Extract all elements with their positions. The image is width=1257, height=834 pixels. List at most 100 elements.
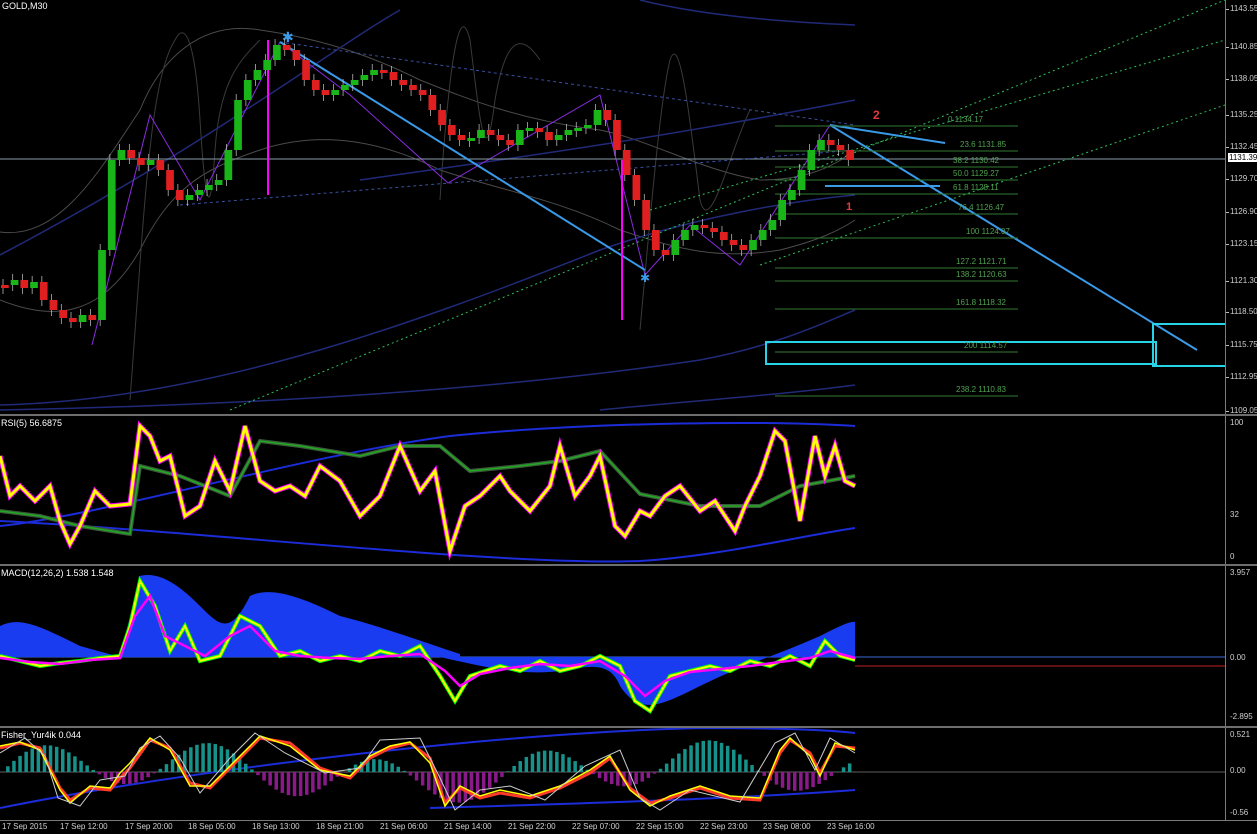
rsi-pane[interactable]: RSI(5) 56.6875: [0, 416, 1225, 564]
fisher-histogram-bar: [207, 743, 211, 772]
candle: [224, 150, 232, 180]
fisher-histogram-bar: [824, 772, 828, 780]
time-label: 23 Sep 08:00: [763, 822, 811, 831]
fisher-tick-bottom: -0.56: [1230, 808, 1248, 817]
candle: [254, 70, 262, 80]
fisher-histogram-bar: [427, 772, 431, 790]
fib-level-label: 127.2 1121.71: [956, 257, 1007, 266]
fisher-histogram-bar: [500, 772, 504, 777]
fisher-histogram-bar: [702, 741, 706, 772]
fisher-histogram-bar: [24, 752, 28, 772]
fisher-histogram-bar: [311, 772, 315, 792]
fisher-histogram-bar: [421, 772, 425, 785]
price-tick: 1121.30: [1230, 276, 1257, 285]
fisher-histogram-bar: [134, 772, 138, 783]
fisher-histogram-bar: [842, 767, 846, 772]
fisher-histogram-bar: [512, 766, 516, 772]
fisher-histogram-bar: [787, 772, 791, 790]
fisher-histogram-bar: [323, 772, 327, 785]
downtrend-line: [280, 42, 645, 270]
fib-level-label: 0 1134.17: [948, 115, 983, 124]
candle: [487, 130, 495, 135]
candle: [662, 250, 670, 255]
fisher-histogram-bar: [165, 764, 169, 772]
fisher-histogram-bar: [244, 764, 248, 772]
candle: [671, 240, 679, 255]
candle: [691, 225, 699, 230]
candle: [380, 70, 388, 73]
candle: [20, 280, 28, 288]
fisher-histogram-bar: [250, 769, 254, 772]
candle: [244, 80, 252, 100]
candle: [390, 72, 398, 80]
fisher-histogram-bar: [537, 752, 541, 772]
candle: [40, 282, 48, 300]
time-label: 21 Sep 06:00: [380, 822, 428, 831]
candle: [739, 245, 747, 250]
candle: [137, 158, 145, 165]
candle: [399, 80, 407, 85]
price-tick: 1140.85: [1230, 42, 1257, 51]
fisher-histogram-bar: [525, 757, 529, 772]
price-tick: 1135.25: [1230, 110, 1257, 119]
fisher-histogram-bar: [750, 765, 754, 772]
price-chart-pane[interactable]: ✱ ✱ GOLD,M30 2 1 0 1134.1723.6 1131.8538…: [0, 0, 1225, 414]
candle: [186, 195, 194, 200]
candle: [798, 170, 806, 190]
candle: [234, 100, 242, 150]
fisher-histogram-bar: [695, 743, 699, 772]
candle: [652, 230, 660, 250]
candle: [467, 138, 475, 141]
candle: [458, 135, 466, 140]
fisher-histogram-bar: [744, 760, 748, 772]
fisher-histogram-bar: [519, 761, 523, 772]
price-tick: 1129.70: [1230, 174, 1257, 183]
candle: [118, 150, 126, 160]
candle: [769, 220, 777, 230]
macd-pane[interactable]: MACD(12,26,2) 1.538 1.548: [0, 566, 1225, 726]
fisher-histogram-bar: [55, 747, 59, 772]
fisher-histogram-bar: [488, 772, 492, 788]
fib-level-label: 61.8 1128.11: [953, 183, 999, 192]
candle: [360, 75, 368, 80]
candle: [11, 280, 19, 285]
fisher-histogram-bar: [708, 740, 712, 772]
fisher-histogram-bar: [610, 772, 614, 784]
fisher-histogram-bar: [659, 769, 663, 772]
fisher-tick-top: 0.521: [1230, 730, 1250, 739]
fisher-histogram-bar: [299, 772, 303, 796]
candle: [448, 125, 456, 135]
candle: [681, 230, 689, 240]
candle: [837, 145, 845, 150]
fisher-histogram-bar: [214, 744, 218, 772]
candle: [409, 85, 417, 90]
fisher-histogram-bar: [494, 772, 498, 783]
rsi-tick-0: 0: [1230, 552, 1234, 561]
fisher-histogram-bar: [171, 759, 175, 772]
fisher-histogram-bar: [98, 772, 102, 774]
fisher-histogram-bar: [79, 761, 83, 772]
fisher-pane[interactable]: Fisher_Yur4ik 0.044: [0, 728, 1225, 820]
candle: [516, 130, 524, 145]
candle: [701, 225, 709, 228]
candle: [292, 50, 300, 60]
macd-tick-top: 3.957: [1230, 568, 1250, 577]
fisher-histogram-bar: [689, 745, 693, 772]
target-zone-box: [766, 342, 1156, 364]
fisher-histogram-bar: [195, 745, 199, 772]
fisher-histogram-bar: [6, 766, 10, 772]
candle: [526, 128, 534, 131]
wave-label-2: 2: [873, 108, 880, 122]
fisher-histogram-bar: [811, 772, 815, 787]
fisher-histogram-bar: [549, 751, 553, 772]
time-label: 22 Sep 23:00: [700, 822, 748, 831]
fisher-histogram-bar: [830, 772, 834, 776]
candle: [555, 135, 563, 140]
fisher-histogram-bar: [378, 759, 382, 772]
wave-label-1: 1: [846, 201, 852, 213]
fisher-histogram-bar: [793, 772, 797, 791]
candle: [147, 160, 155, 165]
svg-text:✱: ✱: [282, 30, 294, 46]
rsi-tick-100: 100: [1230, 418, 1243, 427]
candle: [613, 120, 621, 150]
